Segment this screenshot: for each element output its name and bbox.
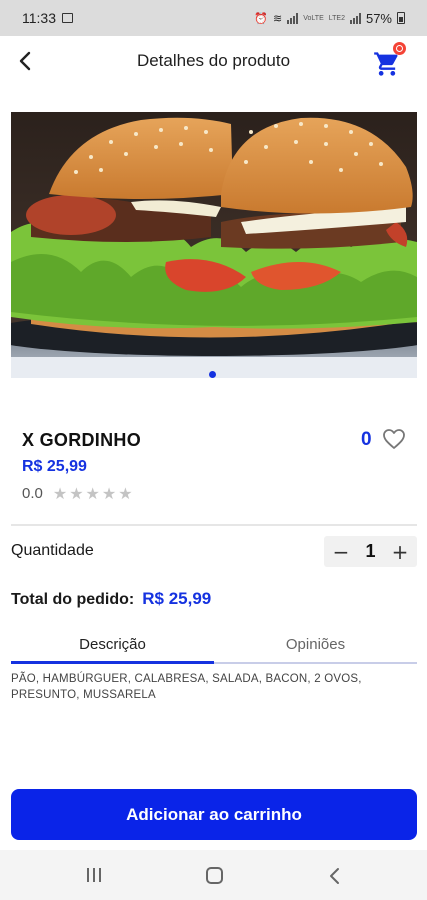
- product-description: PÃO, HAMBÚRGUER, CALABRESA, SALADA, BACO…: [11, 673, 362, 701]
- tab-descricao[interactable]: Descrição: [11, 626, 214, 662]
- app-header: Detalhes do produto: [0, 36, 427, 86]
- page-title: Detalhes do produto: [136, 51, 291, 70]
- product-image[interactable]: [11, 112, 417, 378]
- cart-badge: [393, 42, 406, 55]
- wifi-icon: ≋: [273, 11, 283, 25]
- product-price: R$ 25,99: [22, 458, 87, 475]
- active-tab-indicator: [11, 661, 214, 664]
- signal-2-icon: [349, 12, 361, 24]
- decrease-quantity-button[interactable]: −: [332, 542, 350, 562]
- rating-row: 0.0 ★ ★ ★ ★ ★: [22, 484, 133, 503]
- alarm-icon: ⏰: [254, 11, 269, 25]
- product-tabs: Descrição Opiniões: [11, 626, 417, 664]
- order-total: Total do pedido: R$ 25,99: [11, 589, 211, 609]
- quantity-stepper: − 1 +: [324, 536, 417, 567]
- back-arrow-icon: [330, 868, 339, 884]
- like-count: 0: [361, 429, 372, 450]
- network-label-2: LTE2: [328, 14, 345, 22]
- star-icon: ★: [101, 484, 117, 503]
- status-right: ⏰ ≋ VoLTE LTE2 57%: [254, 11, 405, 26]
- quantity-value: 1: [365, 541, 376, 561]
- star-icon: ★: [52, 484, 68, 503]
- battery-icon: [397, 12, 405, 24]
- network-label: VoLTE: [303, 14, 324, 22]
- carousel-dot[interactable]: [209, 371, 216, 378]
- system-nav-bar: [0, 850, 427, 900]
- back-button[interactable]: [12, 48, 38, 74]
- total-value: R$ 25,99: [142, 589, 212, 608]
- status-bar: 11:33 ⏰ ≋ VoLTE LTE2 57%: [0, 0, 427, 36]
- home-button[interactable]: [206, 867, 223, 884]
- status-left: 11:33: [22, 10, 73, 26]
- rating-value: 0.0: [22, 485, 43, 502]
- star-icon: ★: [69, 484, 84, 503]
- divider: [11, 524, 417, 526]
- quantity-label: Quantidade: [11, 542, 94, 559]
- increase-quantity-button[interactable]: +: [391, 542, 409, 562]
- status-time: 11:33: [22, 10, 56, 26]
- recent-apps-button[interactable]: [87, 868, 101, 882]
- add-to-cart-button[interactable]: Adicionar ao carrinho: [11, 789, 417, 840]
- burger-photo: [11, 112, 417, 378]
- signal-1-icon: [287, 12, 299, 24]
- gallery-notification-icon: [62, 13, 73, 23]
- product-name: X GORDINHO: [22, 430, 142, 450]
- star-icon: ★: [85, 484, 100, 503]
- rating-stars: ★ ★ ★ ★ ★: [53, 484, 133, 503]
- total-label: Total do pedido:: [11, 591, 135, 608]
- cart-button[interactable]: [373, 42, 407, 76]
- system-back-button[interactable]: [326, 866, 346, 886]
- heart-outline-icon: [383, 429, 405, 449]
- favorite-button[interactable]: [382, 428, 406, 450]
- star-icon: ★: [118, 484, 133, 503]
- battery-percent: 57%: [365, 10, 392, 26]
- chevron-left-icon: [19, 51, 31, 71]
- tab-opinioes[interactable]: Opiniões: [214, 626, 417, 662]
